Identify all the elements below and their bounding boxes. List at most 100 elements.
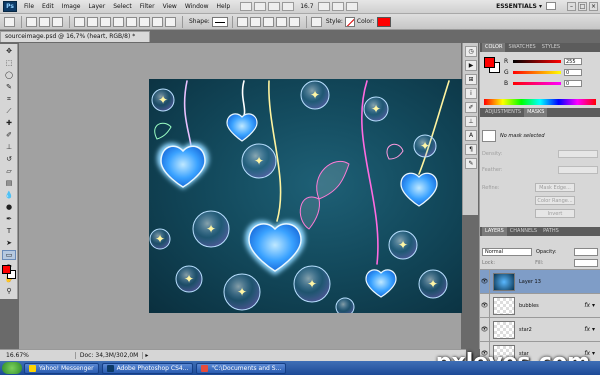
opacity-field[interactable] [574, 247, 598, 256]
brush-tool-icon[interactable]: ✐ [2, 130, 16, 140]
navigator-panel-icon[interactable]: ⊞ [465, 74, 477, 85]
subtract-mode-icon[interactable] [262, 16, 274, 27]
start-button[interactable] [2, 362, 22, 374]
color-swatch[interactable] [376, 16, 391, 27]
blend-mode-select[interactable]: Normal [482, 247, 532, 256]
close-button[interactable]: × [589, 2, 598, 11]
color-range-button[interactable]: Color Range... [535, 196, 575, 205]
tab-styles[interactable]: STYLES [539, 43, 563, 52]
layer-row[interactable]: 👁 star2 fx ▾ [480, 317, 600, 342]
tool-preset-picker[interactable] [4, 16, 15, 27]
eraser-tool-icon[interactable]: ▱ [2, 166, 16, 176]
clone-stamp-tool-icon[interactable]: ⊥ [2, 142, 16, 152]
blur-tool-icon[interactable]: 💧 [2, 190, 16, 200]
search-input[interactable] [546, 2, 556, 10]
layer-row[interactable]: 👁 Layer 13 [480, 269, 600, 294]
eyedropper-tool-icon[interactable]: ⟋ [2, 106, 16, 116]
invert-button[interactable]: Invert [535, 209, 575, 218]
pen-icon[interactable] [74, 16, 85, 27]
link-icon[interactable] [310, 16, 322, 27]
tab-masks[interactable]: MASKS [524, 108, 548, 117]
line-icon[interactable] [152, 16, 163, 27]
status-menu-arrow-icon[interactable]: ▸ [145, 352, 148, 359]
gradient-tool-icon[interactable]: ▤ [2, 178, 16, 188]
foreground-color[interactable] [2, 265, 11, 274]
maximize-button[interactable]: □ [578, 2, 587, 11]
dodge-tool-icon[interactable]: ● [2, 202, 16, 212]
fill-pixels-icon[interactable] [52, 16, 63, 27]
rectangle-icon[interactable] [100, 16, 111, 27]
character-panel-icon[interactable]: A [465, 130, 477, 141]
taskbar-item-photoshop[interactable]: Adobe Photoshop CS4... [101, 362, 194, 374]
slider-track[interactable] [513, 60, 561, 63]
layer-row[interactable]: 👁 bubbles fx ▾ [480, 293, 600, 318]
freeform-pen-icon[interactable] [87, 16, 98, 27]
rounded-rectangle-icon[interactable] [113, 16, 124, 27]
type-tool-icon[interactable]: T [2, 226, 16, 236]
polygon-icon[interactable] [139, 16, 150, 27]
healing-brush-tool-icon[interactable]: ✚ [2, 118, 16, 128]
quick-select-tool-icon[interactable]: ✎ [2, 82, 16, 92]
menu-view[interactable]: View [159, 0, 181, 14]
fx-icon[interactable]: fx ▾ [584, 326, 595, 333]
eye-icon[interactable]: 👁 [480, 293, 490, 318]
slider-red[interactable]: R 255 [504, 58, 594, 65]
brushes-panel-icon[interactable]: ✐ [465, 102, 477, 113]
menu-layer[interactable]: Layer [84, 0, 109, 14]
layer-name[interactable]: bubbles [519, 303, 539, 309]
ellipse-icon[interactable] [126, 16, 137, 27]
fx-icon[interactable]: fx ▾ [584, 302, 595, 309]
paths-icon[interactable] [39, 16, 50, 27]
exclude-mode-icon[interactable] [288, 16, 300, 27]
rotate-view-button[interactable] [317, 2, 330, 11]
taskbar-item-messenger[interactable]: Yahoo! Messenger [24, 362, 99, 374]
hand-tool-button[interactable] [268, 2, 281, 11]
slider-track[interactable] [513, 82, 561, 85]
custom-shape-icon[interactable] [165, 16, 176, 27]
blue-value-field[interactable]: 0 [564, 80, 582, 87]
tab-paths[interactable]: PATHS [540, 227, 562, 236]
eye-icon[interactable]: 👁 [480, 269, 490, 294]
tab-swatches[interactable]: SWATCHES [505, 43, 538, 52]
screen-mode-button[interactable] [345, 2, 358, 11]
info-panel-icon[interactable]: i [465, 88, 477, 99]
slider-track[interactable] [513, 71, 561, 74]
green-value-field[interactable]: 0 [564, 69, 582, 76]
tab-color[interactable]: COLOR [482, 43, 506, 52]
zoom-tool-icon[interactable]: ⚲ [2, 286, 16, 296]
menu-help[interactable]: Help [213, 0, 235, 14]
new-layer-mode-icon[interactable] [236, 16, 248, 27]
intersect-mode-icon[interactable] [275, 16, 287, 27]
menu-filter[interactable]: Filter [136, 0, 159, 14]
mini-bridge-button[interactable] [254, 2, 267, 11]
red-value-field[interactable]: 255 [564, 58, 582, 65]
bridge-button[interactable] [240, 2, 253, 11]
eye-icon[interactable]: 👁 [480, 317, 490, 342]
taskbar-item-explorer[interactable]: "C:\Documents and S... [196, 362, 287, 374]
layer-name[interactable]: Layer 13 [519, 279, 541, 285]
menu-file[interactable]: File [20, 0, 38, 14]
arrange-documents-button[interactable] [331, 2, 344, 11]
tool-presets-panel-icon[interactable]: ✎ [465, 158, 477, 169]
shape-layers-icon[interactable] [26, 16, 37, 27]
path-selection-tool-icon[interactable]: ➤ [2, 238, 16, 248]
actions-panel-icon[interactable]: ▶ [465, 60, 477, 71]
paragraph-panel-icon[interactable]: ¶ [465, 144, 477, 155]
status-zoom[interactable]: 16.67% [0, 352, 35, 359]
color-panel-foreground[interactable] [484, 57, 495, 68]
menu-select[interactable]: Select [109, 0, 136, 14]
tab-layers[interactable]: LAYERS [482, 227, 507, 236]
crop-tool-icon[interactable]: ⌗ [2, 94, 16, 104]
slider-blue[interactable]: B 0 [504, 80, 594, 87]
lasso-tool-icon[interactable]: ◯ [2, 70, 16, 80]
tab-adjustments[interactable]: ADJUSTMENTS [482, 108, 524, 117]
document-canvas[interactable]: ✦ ✦ ✦ ✦ ✦ ✦ ✦ ✦ ✦ ✦ ✦ ✦ [149, 79, 462, 313]
pen-tool-icon[interactable]: ✒ [2, 214, 16, 224]
tab-channels[interactable]: CHANNELS [507, 227, 540, 236]
shape-picker[interactable] [211, 16, 228, 27]
zoom-level[interactable]: 16.7 [300, 3, 313, 10]
history-brush-tool-icon[interactable]: ↺ [2, 154, 16, 164]
layer-name[interactable]: star2 [519, 327, 532, 333]
add-mode-icon[interactable] [249, 16, 261, 27]
move-tool-icon[interactable]: ✥ [2, 46, 16, 56]
